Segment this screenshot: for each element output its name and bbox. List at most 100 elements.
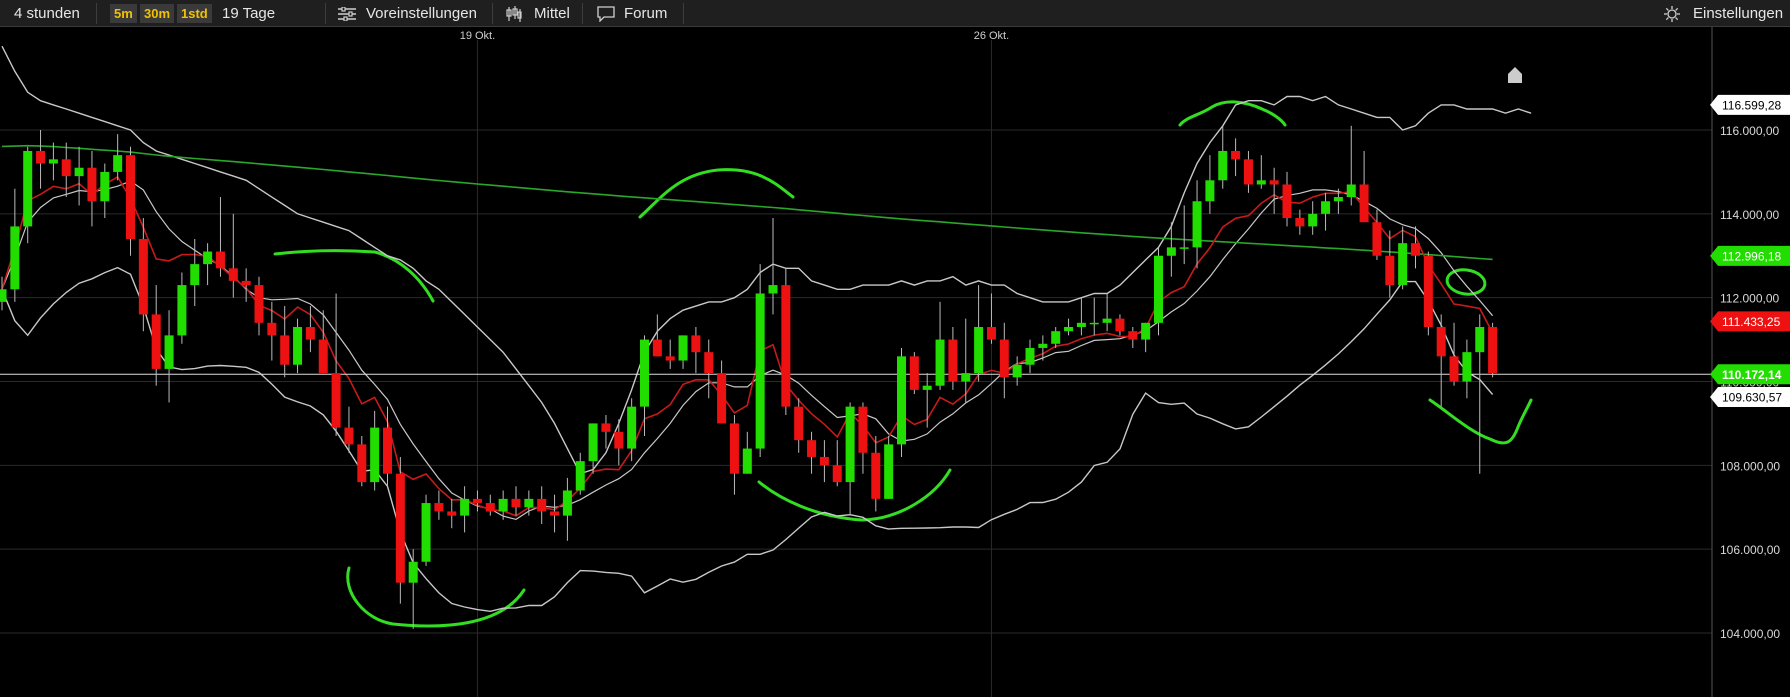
candle[interactable]: [1462, 339, 1472, 399]
candle[interactable]: [1398, 226, 1408, 290]
candle[interactable]: [1385, 230, 1395, 298]
candle[interactable]: [807, 431, 817, 474]
candle[interactable]: [1256, 155, 1266, 189]
candle[interactable]: [10, 188, 20, 302]
candle[interactable]: [986, 293, 996, 344]
candle[interactable]: [550, 494, 560, 533]
candle[interactable]: [1128, 327, 1138, 348]
candle[interactable]: [190, 238, 200, 307]
candle[interactable]: [421, 494, 431, 566]
timeframe-1std-button[interactable]: 1std: [177, 4, 212, 23]
candle[interactable]: [858, 402, 868, 474]
candle[interactable]: [601, 415, 611, 449]
candle[interactable]: [177, 272, 187, 344]
home-marker-icon[interactable]: [1508, 67, 1522, 83]
candle[interactable]: [1359, 150, 1369, 223]
candle[interactable]: [1205, 155, 1215, 214]
interval-dropdown[interactable]: 4 stunden: [14, 0, 80, 27]
candle[interactable]: [1231, 138, 1241, 177]
candle[interactable]: [665, 339, 675, 369]
candle[interactable]: [1025, 339, 1035, 374]
candle[interactable]: [1488, 322, 1498, 378]
presets-button[interactable]: Voreinstellungen: [338, 0, 498, 27]
candle[interactable]: [126, 146, 135, 256]
candle[interactable]: [164, 310, 174, 403]
candle[interactable]: [228, 213, 238, 298]
candle[interactable]: [1115, 314, 1125, 336]
candle[interactable]: [460, 486, 470, 533]
candle[interactable]: [845, 402, 855, 516]
candle[interactable]: [909, 352, 919, 395]
candle[interactable]: [704, 339, 714, 399]
price-chart[interactable]: 104.000,00106.000,00108.000,00110.000,00…: [0, 27, 1790, 697]
candle[interactable]: [498, 490, 508, 520]
candle[interactable]: [1308, 201, 1318, 235]
candle[interactable]: [537, 486, 547, 525]
candle[interactable]: [36, 130, 46, 189]
candle[interactable]: [794, 398, 804, 453]
candle[interactable]: [203, 243, 213, 286]
candle[interactable]: [640, 335, 649, 436]
candle[interactable]: [871, 435, 881, 512]
candle[interactable]: [678, 335, 688, 369]
candle[interactable]: [293, 318, 303, 374]
candle[interactable]: [74, 146, 84, 206]
candle[interactable]: [241, 268, 251, 302]
forum-button[interactable]: Forum: [597, 0, 677, 27]
candle[interactable]: [948, 327, 958, 390]
candle[interactable]: [395, 456, 405, 604]
average-button[interactable]: Mittel: [506, 0, 586, 27]
candle[interactable]: [614, 419, 624, 466]
candle[interactable]: [999, 322, 1009, 399]
candle[interactable]: [267, 301, 277, 361]
timeframe-5m-button[interactable]: 5m: [110, 4, 137, 23]
candle[interactable]: [755, 264, 765, 457]
candle[interactable]: [742, 431, 752, 474]
candle[interactable]: [1243, 150, 1253, 193]
candle[interactable]: [485, 494, 495, 516]
candle[interactable]: [254, 276, 264, 336]
candle[interactable]: [935, 301, 945, 390]
candle[interactable]: [1282, 171, 1292, 227]
settings-button[interactable]: Einstellungen: [1664, 0, 1784, 27]
candle[interactable]: [729, 415, 739, 495]
candle[interactable]: [370, 410, 380, 491]
candle[interactable]: [1154, 247, 1163, 336]
candle[interactable]: [23, 146, 33, 244]
candle[interactable]: [897, 347, 906, 457]
timeframe-30m-button[interactable]: 30m: [140, 4, 175, 23]
candle[interactable]: [1076, 297, 1086, 336]
candle[interactable]: [1346, 125, 1356, 206]
candle[interactable]: [974, 285, 984, 382]
candle[interactable]: [511, 486, 521, 516]
candle[interactable]: [1141, 322, 1151, 353]
candle[interactable]: [100, 163, 110, 219]
period-dropdown[interactable]: 19 Tage: [222, 0, 275, 27]
candle[interactable]: [1064, 318, 1074, 336]
candle[interactable]: [819, 440, 829, 483]
candle[interactable]: [1411, 226, 1420, 269]
candle[interactable]: [1372, 209, 1382, 260]
candle[interactable]: [832, 440, 842, 487]
candle[interactable]: [717, 360, 727, 424]
candle[interactable]: [884, 435, 894, 499]
candle[interactable]: [562, 477, 572, 541]
candle[interactable]: [1475, 314, 1485, 474]
candle[interactable]: [575, 452, 585, 495]
candle[interactable]: [408, 549, 418, 629]
candle[interactable]: [1051, 327, 1061, 348]
candle[interactable]: [383, 406, 392, 487]
candle[interactable]: [472, 490, 482, 512]
candle[interactable]: [87, 150, 97, 227]
candle[interactable]: [215, 197, 225, 277]
candle[interactable]: [1218, 125, 1228, 189]
candle[interactable]: [113, 134, 123, 181]
candle[interactable]: [691, 327, 701, 374]
candle[interactable]: [1449, 322, 1459, 386]
candle[interactable]: [1192, 180, 1202, 269]
candle[interactable]: [524, 490, 534, 516]
candle[interactable]: [1089, 297, 1099, 336]
candle[interactable]: [1102, 293, 1112, 332]
candle[interactable]: [434, 490, 444, 520]
candle[interactable]: [1269, 167, 1279, 214]
